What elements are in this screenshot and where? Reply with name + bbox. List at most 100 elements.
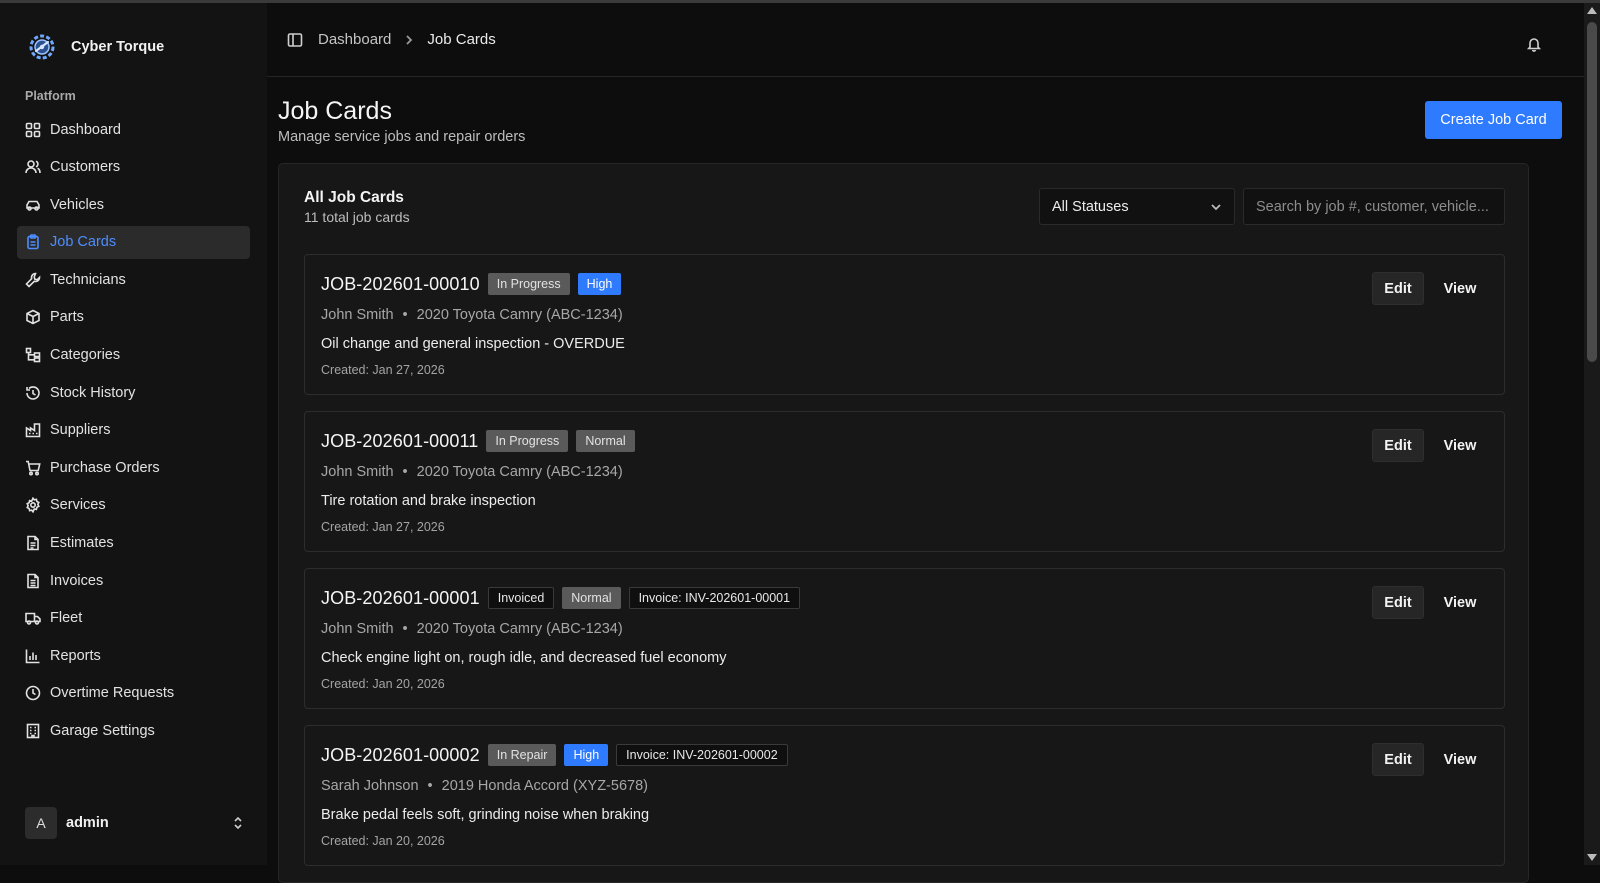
sidebar-item-parts[interactable]: Parts — [17, 301, 250, 334]
status-badge: Normal — [562, 587, 621, 609]
job-number[interactable]: JOB-202601-00011 — [321, 431, 478, 452]
page-title: Job Cards — [278, 97, 392, 125]
vehicle-name: 2019 Honda Accord (XYZ-5678) — [441, 778, 648, 794]
sidebar-item-label: Purchase Orders — [50, 459, 160, 476]
created-date: Created: Jan 27, 2026 — [321, 520, 445, 534]
job-header-row: JOB-202601-00001 Invoiced Normal Invoice: … — [321, 587, 808, 609]
separator-dot: • — [402, 464, 408, 480]
customer-name: John Smith — [321, 307, 394, 323]
sidebar-item-label: Categories — [50, 347, 121, 364]
status-badge: In Progress — [487, 273, 570, 295]
sidebar-item-dashboard[interactable]: Dashboard — [17, 113, 250, 146]
wrench-icon — [25, 272, 41, 288]
sidebar-item-label: Customers — [50, 159, 121, 176]
vehicle-name: 2020 Toyota Camry (ABC-1234) — [416, 464, 623, 480]
sidebar-item-services[interactable]: Services — [17, 489, 250, 522]
sidebar-item-overtime-requests[interactable]: Overtime Requests — [17, 677, 250, 710]
status-filter-select[interactable]: All Statuses — [1039, 188, 1235, 225]
calculator-icon — [25, 535, 41, 551]
job-description: Brake pedal feels soft, grinding noise w… — [321, 807, 650, 823]
job-description: Check engine light on, rough idle, and d… — [321, 650, 727, 666]
view-button[interactable]: View — [1433, 743, 1487, 776]
chevron-right-icon — [403, 34, 415, 46]
separator-dot: • — [402, 621, 408, 637]
sidebar-item-label: Suppliers — [50, 422, 111, 439]
brand[interactable]: Cyber Torque — [0, 27, 267, 67]
view-button[interactable]: View — [1433, 272, 1487, 305]
view-button[interactable]: View — [1433, 429, 1487, 462]
sidebar-item-estimates[interactable]: Estimates — [17, 527, 250, 560]
sidebar-item-fleet[interactable]: Fleet — [17, 602, 250, 635]
sidebar-item-vehicles[interactable]: Vehicles — [17, 188, 250, 221]
sidebar-item-label: Technicians — [50, 271, 126, 288]
sidebar-item-label: Services — [50, 497, 106, 514]
chevron-down-icon — [1210, 201, 1222, 213]
sidebar-item-label: Dashboard — [50, 121, 121, 138]
sidebar-item-categories[interactable]: Categories — [17, 339, 250, 372]
scroll-thumb[interactable] — [1587, 22, 1597, 362]
cog-icon — [25, 497, 41, 514]
clipboard-icon — [25, 234, 41, 250]
sidebar-item-label: Parts — [50, 309, 84, 326]
top-header: Dashboard Job Cards — [267, 3, 1584, 77]
sidebar-item-label: Job Cards — [50, 234, 117, 251]
job-meta: John Smith • 2020 Toyota Camry (ABC-1234) — [321, 621, 623, 637]
receipt-icon — [25, 573, 41, 589]
sidebar-item-customers[interactable]: Customers — [17, 151, 250, 184]
truck-icon — [25, 610, 41, 626]
edit-button[interactable]: Edit — [1372, 743, 1424, 776]
page-scrollbar[interactable] — [1584, 3, 1600, 865]
job-header-row: JOB-202601-00002 In Repair High Invoice: I… — [321, 744, 796, 766]
chevron-up-down-icon — [231, 816, 245, 830]
sidebar-item-job-cards[interactable]: Job Cards — [17, 225, 250, 259]
status-badge: Invoice: INV-202601-00002 — [616, 744, 788, 766]
job-description: Tire rotation and brake inspection — [321, 493, 536, 509]
breadcrumb-dashboard[interactable]: Dashboard — [318, 31, 391, 48]
job-number[interactable]: JOB-202601-00002 — [321, 745, 480, 766]
status-filter-value: All Statuses — [1052, 198, 1129, 215]
job-number[interactable]: JOB-202601-00001 — [321, 588, 480, 609]
job-cards-panel: All Job Cards 11 total job cards All Sta… — [278, 163, 1529, 883]
user-menu[interactable]: A admin — [25, 807, 245, 839]
sidebar-nav: Dashboard Customers Vehicles Job Cards T… — [0, 113, 267, 748]
customer-name: John Smith — [321, 621, 394, 637]
users-icon — [25, 159, 41, 175]
scroll-down-arrow-icon[interactable] — [1587, 854, 1597, 861]
job-meta: John Smith • 2020 Toyota Camry (ABC-1234) — [321, 464, 623, 480]
job-card[interactable]: JOB-202601-00010 In Progress High John Sm… — [304, 254, 1505, 395]
job-meta: Sarah Johnson • 2019 Honda Accord (XYZ-567… — [321, 778, 648, 794]
status-badge: In Progress — [486, 430, 569, 452]
bar-chart-icon — [25, 648, 41, 664]
job-card[interactable]: JOB-202601-00011 In Progress Normal John … — [304, 411, 1505, 552]
edit-button[interactable]: Edit — [1372, 429, 1424, 462]
bell-icon[interactable] — [1526, 36, 1542, 52]
status-badge: Invoiced — [487, 587, 555, 609]
panel-title: All Job Cards — [304, 189, 404, 206]
sidebar-item-purchase-orders[interactable]: Purchase Orders — [17, 451, 250, 484]
sidebar-item-technicians[interactable]: Technicians — [17, 263, 250, 296]
view-button[interactable]: View — [1433, 586, 1487, 619]
job-card[interactable]: JOB-202601-00001 Invoiced Normal Invoice: … — [304, 568, 1505, 709]
job-card[interactable]: JOB-202601-00002 In Repair High Invoice: I… — [304, 725, 1505, 866]
sidebar-item-label: Estimates — [50, 535, 114, 552]
sidebar-item-stock-history[interactable]: Stock History — [17, 376, 250, 409]
job-number[interactable]: JOB-202601-00010 — [321, 274, 480, 295]
status-badge: High — [577, 273, 622, 295]
separator-dot: • — [402, 307, 408, 323]
edit-button[interactable]: Edit — [1372, 586, 1424, 619]
create-job-card-button[interactable]: Create Job Card — [1425, 101, 1562, 139]
status-badge: In Repair — [487, 744, 557, 766]
status-badge: Normal — [576, 430, 635, 452]
sidebar-item-reports[interactable]: Reports — [17, 639, 250, 672]
sidebar-item-suppliers[interactable]: Suppliers — [17, 414, 250, 447]
sidebar-item-invoices[interactable]: Invoices — [17, 564, 250, 597]
scroll-up-arrow-icon[interactable] — [1587, 7, 1597, 14]
edit-button[interactable]: Edit — [1372, 272, 1424, 305]
customer-name: John Smith — [321, 464, 394, 480]
sidebar-item-garage-settings[interactable]: Garage Settings — [17, 715, 250, 748]
customer-name: Sarah Johnson — [321, 778, 419, 794]
job-count: 11 total job cards — [304, 209, 410, 225]
search-input[interactable] — [1243, 188, 1505, 225]
separator-dot: • — [427, 778, 433, 794]
sidebar-toggle-icon[interactable] — [287, 32, 303, 48]
